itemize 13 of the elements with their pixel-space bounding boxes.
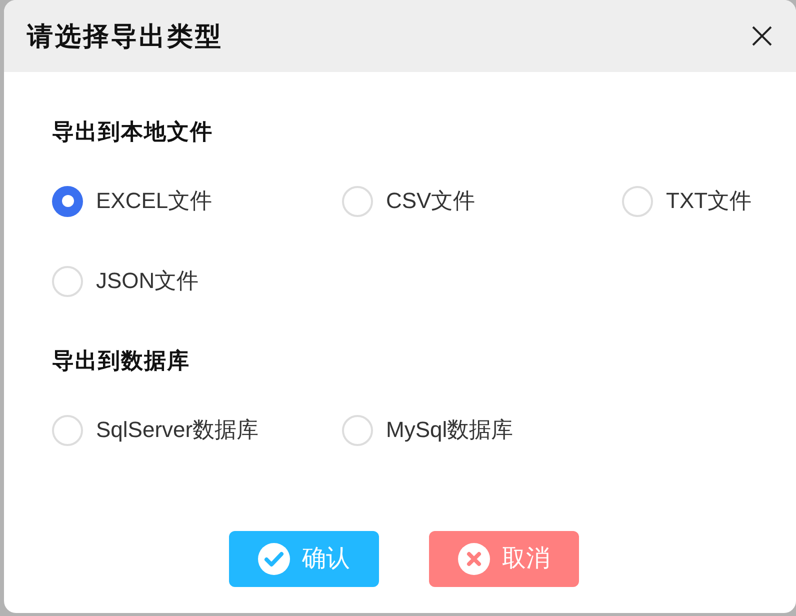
radio-option[interactable]: TXT文件 <box>622 185 796 217</box>
section-heading: 导出到数据库 <box>52 347 190 375</box>
dialog-title: 请选择导出类型 <box>27 20 223 52</box>
radio-option[interactable]: MySql数据库 <box>342 414 622 446</box>
section-heading: 导出到本地文件 <box>52 118 213 146</box>
radio-option[interactable]: SqlServer数据库 <box>52 414 342 446</box>
radio-option[interactable]: EXCEL文件 <box>52 185 342 217</box>
close-button[interactable] <box>750 24 774 48</box>
close-circle-icon <box>458 543 490 575</box>
close-icon <box>752 26 772 46</box>
radio-option[interactable]: CSV文件 <box>342 185 622 217</box>
radio-option[interactable]: JSON文件 <box>52 265 342 297</box>
check-circle-icon <box>258 543 290 575</box>
